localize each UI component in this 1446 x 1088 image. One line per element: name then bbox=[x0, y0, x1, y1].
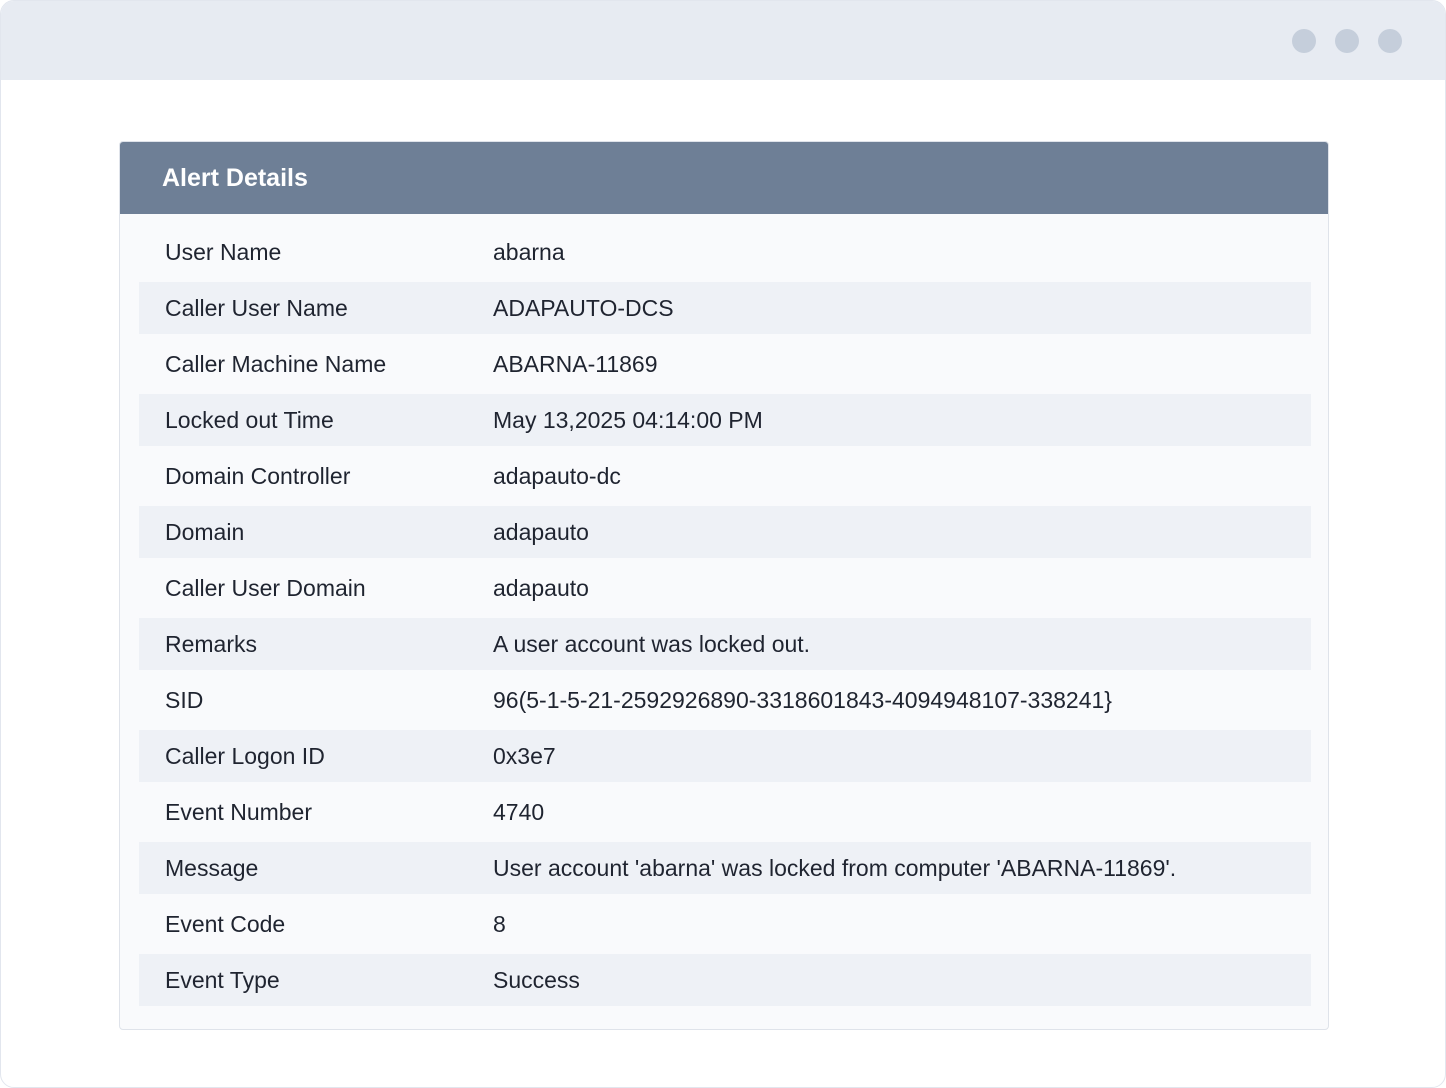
detail-row: Domain Controller adapauto-dc bbox=[139, 450, 1311, 502]
window-control-dot-2[interactable] bbox=[1335, 29, 1359, 53]
detail-value: adapauto-dc bbox=[493, 462, 621, 489]
detail-label: Caller User Domain bbox=[165, 574, 366, 601]
detail-row: Caller User Domain adapauto bbox=[139, 562, 1311, 614]
detail-row: SID 96(5-1-5-21-2592926890-3318601843-40… bbox=[139, 674, 1311, 726]
window-control-dot-1[interactable] bbox=[1292, 29, 1316, 53]
detail-label: Message bbox=[165, 854, 259, 881]
browser-window: Alert Details User Name abarna Caller Us… bbox=[0, 0, 1446, 1088]
detail-label: Remarks bbox=[165, 630, 258, 657]
detail-label: Event Type bbox=[165, 966, 280, 993]
detail-row: User Name abarna bbox=[139, 226, 1311, 278]
detail-row: Event Number 4740 bbox=[139, 786, 1311, 838]
detail-row: Caller User Name ADAPAUTO-DCS bbox=[139, 282, 1311, 334]
details-list: User Name abarna Caller User Name ADAPAU… bbox=[139, 226, 1311, 1010]
detail-value: 4740 bbox=[493, 798, 545, 825]
panel-header: Alert Details bbox=[120, 142, 1328, 214]
detail-value: Success bbox=[493, 966, 580, 993]
detail-row: Message User account 'abarna' was locked… bbox=[139, 842, 1311, 894]
detail-value: User account 'abarna' was locked from co… bbox=[493, 854, 1177, 881]
detail-value: adapauto bbox=[493, 518, 589, 545]
detail-label: User Name bbox=[165, 238, 282, 265]
detail-row: Event Type Success bbox=[139, 954, 1311, 1006]
detail-row: Locked out Time May 13,2025 04:14:00 PM bbox=[139, 394, 1311, 446]
detail-row: Caller Logon ID 0x3e7 bbox=[139, 730, 1311, 782]
detail-value: A user account was locked out. bbox=[493, 630, 811, 657]
detail-label: Caller Logon ID bbox=[165, 742, 325, 769]
detail-value: 0x3e7 bbox=[493, 742, 556, 769]
detail-row: Caller Machine Name ABARNA-11869 bbox=[139, 338, 1311, 390]
alert-details-panel: Alert Details User Name abarna Caller Us… bbox=[119, 141, 1329, 1030]
detail-value: 96(5-1-5-21-2592926890-3318601843-409494… bbox=[493, 686, 1112, 713]
detail-label: Event Number bbox=[165, 798, 313, 825]
panel-title: Alert Details bbox=[162, 163, 308, 192]
detail-row: Event Code 8 bbox=[139, 898, 1311, 950]
detail-row: Remarks A user account was locked out. bbox=[139, 618, 1311, 670]
detail-value: abarna bbox=[493, 238, 565, 265]
window-control-dot-3[interactable] bbox=[1378, 29, 1402, 53]
detail-label: Caller Machine Name bbox=[165, 350, 387, 377]
detail-value: adapauto bbox=[493, 574, 589, 601]
detail-label: Locked out Time bbox=[165, 406, 334, 433]
detail-value: 8 bbox=[493, 910, 506, 937]
detail-label: Caller User Name bbox=[165, 294, 348, 321]
detail-row: Domain adapauto bbox=[139, 506, 1311, 558]
detail-value: May 13,2025 04:14:00 PM bbox=[493, 406, 763, 433]
detail-value: ADAPAUTO-DCS bbox=[493, 294, 674, 321]
detail-label: Event Code bbox=[165, 910, 286, 937]
detail-label: SID bbox=[165, 686, 204, 713]
detail-label: Domain bbox=[165, 518, 245, 545]
window-titlebar bbox=[1, 1, 1445, 80]
detail-value: ABARNA-11869 bbox=[493, 350, 658, 377]
detail-label: Domain Controller bbox=[165, 462, 351, 489]
